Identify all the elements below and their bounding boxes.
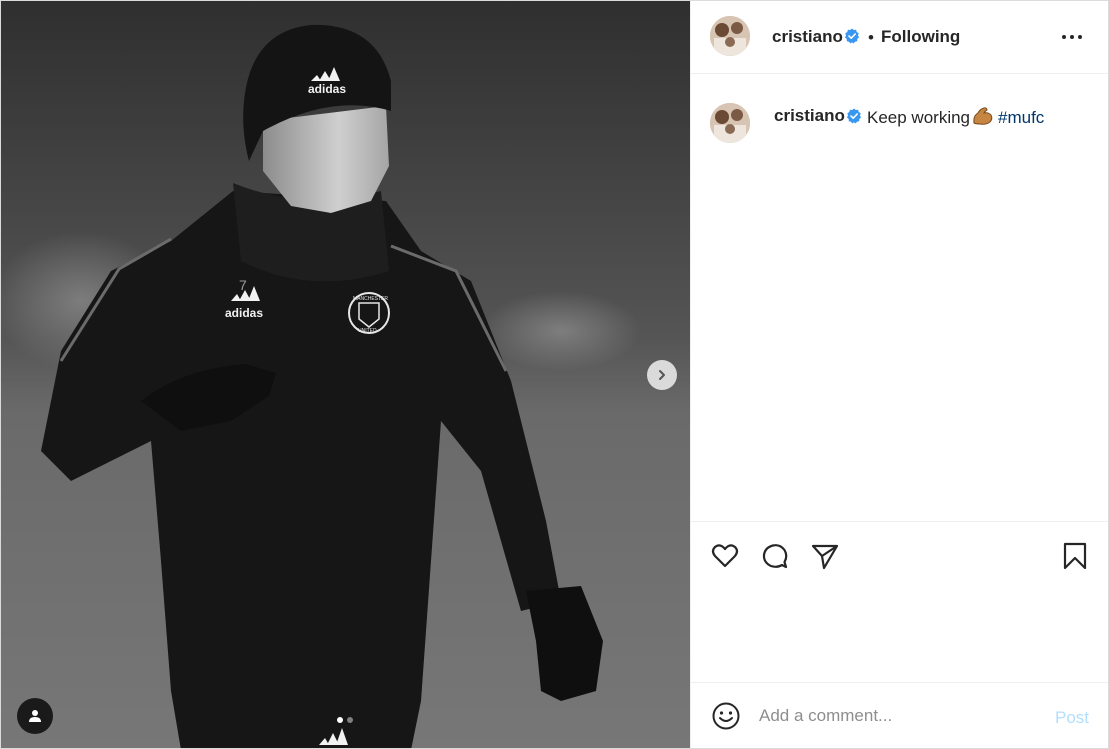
comment-button[interactable] (760, 541, 790, 571)
flexed-biceps-icon (973, 107, 993, 125)
like-button[interactable] (710, 541, 740, 571)
carousel-dot-active (337, 717, 343, 723)
more-options-dot (1078, 35, 1082, 39)
bookmark-icon (1063, 542, 1087, 570)
carousel-dot (347, 717, 353, 723)
more-options-icon (1062, 35, 1066, 39)
post-photo: adidas adidas 7 MANCHESTER UNITED (1, 1, 690, 748)
caption-username[interactable]: cristiano (774, 106, 845, 126)
carousel-next-button[interactable] (647, 360, 677, 390)
following-button[interactable]: Following (881, 27, 960, 47)
paper-plane-icon (811, 544, 839, 570)
more-options-dot (1070, 35, 1074, 39)
heart-icon (711, 544, 739, 568)
avatar-image (710, 103, 750, 143)
crest-text-bottom: UNITED (358, 328, 377, 334)
tagged-users-button[interactable] (17, 698, 53, 734)
verified-badge-icon (845, 28, 859, 44)
post-side-panel: cristiano • Following cristiano Keep wor… (690, 1, 1108, 748)
more-options-button[interactable] (1062, 35, 1082, 39)
instagram-post: adidas adidas 7 MANCHESTER UNITED cristi… (0, 0, 1109, 749)
verified-badge-icon (847, 108, 861, 124)
adidas-wordmark-chest: adidas (225, 306, 263, 320)
user-tag-icon (29, 710, 41, 722)
adidas-wordmark-beanie: adidas (308, 82, 346, 96)
comment-icon (762, 544, 788, 569)
post-header: cristiano • Following (691, 1, 1108, 74)
caption-row: cristiano Keep working #mufc (691, 94, 1108, 154)
caption-text: Keep working (867, 108, 971, 127)
action-bar (691, 521, 1108, 591)
save-button[interactable] (1060, 541, 1090, 571)
avatar-image (710, 16, 750, 56)
caption-avatar[interactable] (710, 103, 750, 143)
emoji-picker-button[interactable] (711, 701, 741, 731)
comment-bar: Post (691, 682, 1108, 748)
carousel-indicator (337, 717, 353, 723)
chevron-right-icon (659, 370, 665, 380)
share-button[interactable] (810, 541, 840, 571)
header-separator: • (868, 28, 874, 47)
post-comment-button[interactable]: Post (1055, 708, 1089, 728)
comment-input[interactable] (759, 701, 1029, 731)
caption-text-wrapper: Keep working #mufc (867, 106, 1044, 128)
shirt-number: 7 (239, 277, 247, 293)
crest-text-top: MANCHESTER (353, 296, 388, 302)
hashtag-link[interactable]: #mufc (998, 108, 1044, 127)
post-media[interactable]: adidas adidas 7 MANCHESTER UNITED (1, 1, 690, 748)
smiley-icon (712, 702, 740, 730)
author-username[interactable]: cristiano (772, 27, 843, 47)
author-avatar[interactable] (710, 16, 750, 56)
